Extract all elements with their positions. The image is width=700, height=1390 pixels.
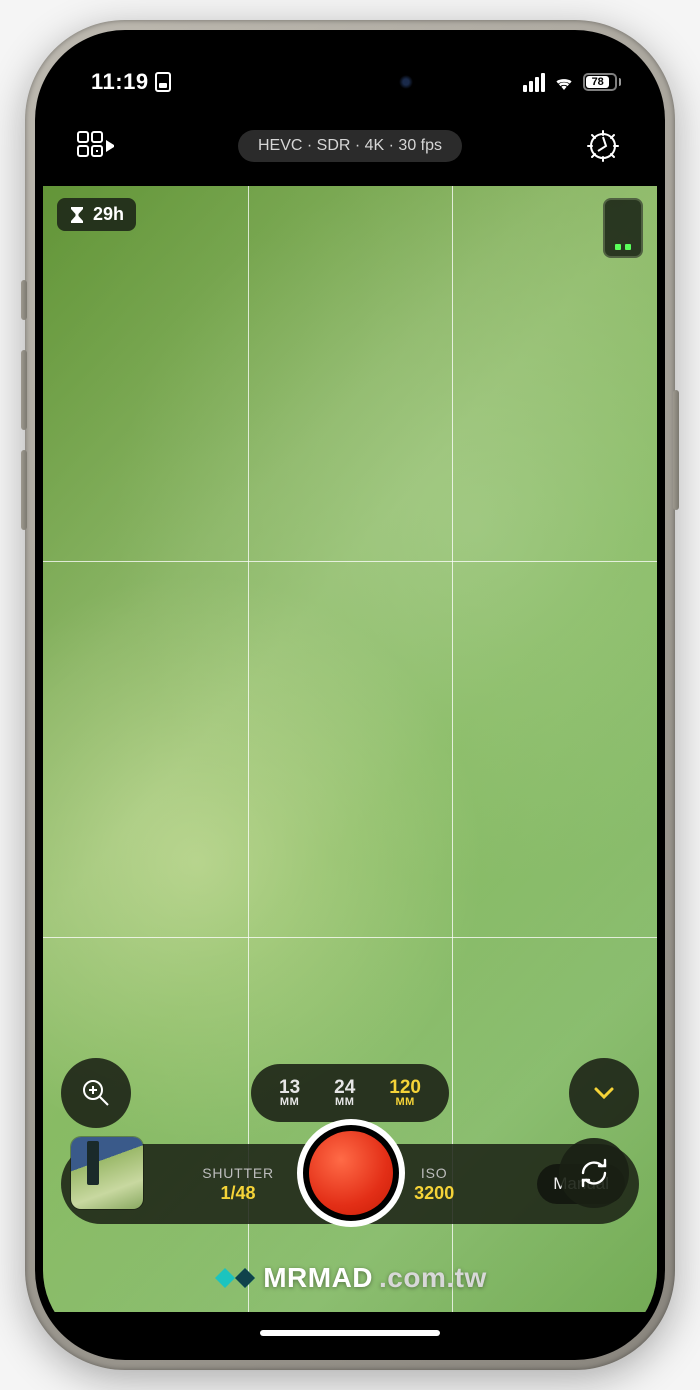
last-clip-thumbnail[interactable] — [71, 1137, 143, 1209]
watermark-domain: .com.tw — [379, 1262, 487, 1294]
cellular-icon — [523, 73, 545, 92]
grid-line — [43, 937, 657, 938]
home-indicator[interactable] — [260, 1330, 440, 1336]
lens-option-24mm[interactable]: 24MM — [334, 1078, 355, 1108]
watermark: MRMAD.com.tw — [43, 1262, 657, 1294]
wifi-icon — [553, 74, 575, 90]
recording-time-remaining: 29h — [57, 198, 136, 231]
hourglass-icon — [69, 206, 85, 224]
chevron-down-icon — [591, 1080, 617, 1106]
watermark-brand: MRMAD — [263, 1262, 373, 1294]
watermark-logo-icon — [213, 1264, 257, 1292]
app-top-bar: HEVC · SDR · 4K · 30 fps — [43, 114, 657, 178]
record-button[interactable] — [297, 1119, 405, 1227]
lens-selector: 13MM 24MM 120MM — [251, 1064, 449, 1122]
project-library-button[interactable] — [75, 128, 119, 164]
dynamic-island — [265, 60, 435, 104]
external-storage-indicator — [603, 198, 643, 258]
flip-camera-button[interactable] — [559, 1138, 629, 1208]
grid-line — [43, 561, 657, 562]
status-time: 11:19 — [91, 69, 149, 95]
magnify-plus-icon — [81, 1078, 111, 1108]
settings-button[interactable] — [581, 128, 625, 164]
camera-viewfinder[interactable]: 29h — [43, 186, 657, 1312]
battery-icon: 78 — [583, 73, 621, 91]
record-indicator-icon — [309, 1131, 393, 1215]
sim-card-icon — [155, 72, 171, 92]
lens-option-13mm[interactable]: 13MM — [279, 1078, 300, 1108]
flip-camera-icon — [577, 1156, 611, 1190]
format-settings-pill[interactable]: HEVC · SDR · 4K · 30 fps — [238, 130, 462, 162]
lens-option-120mm[interactable]: 120MM — [389, 1078, 421, 1108]
